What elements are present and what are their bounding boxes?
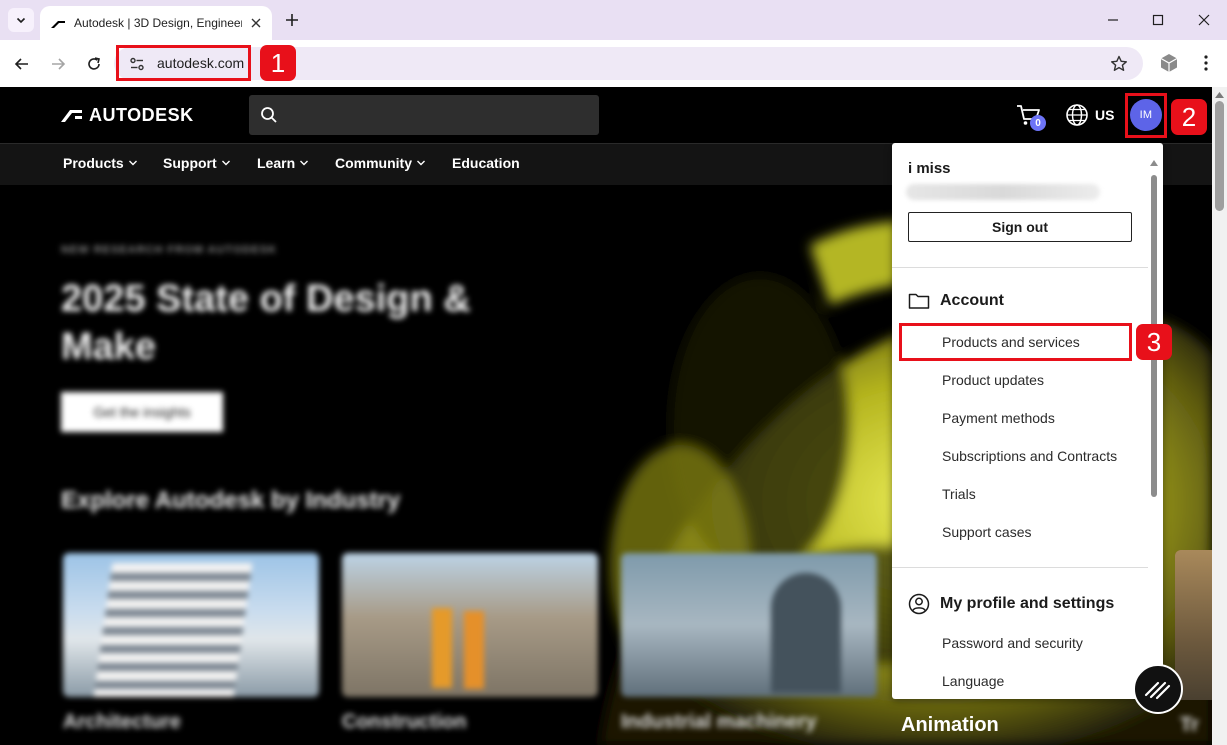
chevron-down-icon	[417, 160, 425, 166]
close-tab-icon[interactable]	[248, 15, 264, 31]
globe-icon	[1066, 104, 1088, 126]
sign-out-button[interactable]: Sign out	[908, 212, 1132, 242]
menu-item-support-cases[interactable]: Support cases	[942, 524, 1032, 540]
reload-icon	[88, 57, 100, 70]
search-icon	[261, 107, 277, 123]
chevron-down-icon	[128, 160, 137, 166]
nav-learn[interactable]: Learn	[257, 155, 309, 171]
annotation-badge: 3	[1136, 324, 1172, 360]
chevron-down-icon	[300, 160, 309, 166]
menu-item-trials[interactable]: Trials	[942, 486, 976, 502]
hero-title: 2025 State of Design & Make	[61, 278, 471, 368]
autodesk-favicon-icon	[51, 21, 65, 28]
menu-item-language[interactable]: Language	[942, 673, 1004, 689]
profile-settings-heading[interactable]: My profile and settings	[908, 593, 1114, 615]
more-vertical-icon	[1204, 55, 1208, 71]
minimize-icon	[1108, 19, 1118, 21]
menu-item-password-and-security[interactable]: Password and security	[942, 635, 1083, 651]
extension-cube-icon[interactable]	[1157, 51, 1181, 75]
tab-title: Autodesk | 3D Design, Engineering & Cons…	[74, 16, 242, 30]
bookmark-star-icon[interactable]	[1109, 54, 1129, 74]
annotation-highlight-avatar	[1125, 93, 1167, 138]
page-scrollbar[interactable]	[1212, 87, 1227, 745]
menu-item-subscriptions-and-contracts[interactable]: Subscriptions and Contracts	[942, 448, 1117, 464]
industry-card-label-animation: Animation	[901, 714, 999, 736]
nav-products[interactable]: Products	[63, 155, 138, 171]
annotation-highlight-products-services	[899, 323, 1132, 361]
close-window-button[interactable]	[1191, 8, 1217, 32]
profile-settings-heading-label: My profile and settings	[940, 595, 1115, 612]
annotation-badge: 1	[260, 45, 296, 81]
account-heading[interactable]: Account	[908, 292, 1004, 310]
industry-card-label: Construction	[342, 711, 467, 733]
nav-label: Education	[452, 155, 520, 171]
nav-community[interactable]: Community	[335, 155, 426, 171]
nav-label: Community	[335, 155, 412, 171]
menu-item-payment-methods[interactable]: Payment methods	[942, 410, 1055, 426]
autodesk-mark-icon	[61, 110, 82, 122]
dropdown-divider	[892, 567, 1148, 568]
scroll-up-arrow-icon[interactable]	[1150, 159, 1158, 167]
chat-assistant-button[interactable]	[1133, 664, 1183, 714]
industry-section-title: Explore Autodesk by Industry	[61, 487, 401, 514]
annotation-highlight-url	[116, 45, 251, 81]
profile-dropdown: i miss Sign out Account Products and ser…	[892, 143, 1163, 699]
hero-cta-button[interactable]: Get the insights	[61, 392, 223, 432]
back-button[interactable]	[10, 52, 34, 76]
new-tab-button[interactable]	[282, 10, 302, 30]
browser-tab-autodesk[interactable]: Autodesk | 3D Design, Engineering & Cons…	[40, 6, 272, 40]
maximize-icon	[1152, 14, 1164, 26]
reload-button[interactable]	[82, 52, 106, 76]
page-scrollbar-thumb[interactable]	[1215, 101, 1224, 211]
annotation-badge: 2	[1171, 99, 1207, 135]
chat-stripes-icon	[1144, 681, 1171, 700]
industry-card-label: Tr	[1180, 714, 1199, 736]
user-name: i miss	[908, 160, 951, 177]
industry-card-industrial-machinery[interactable]	[621, 553, 877, 697]
industry-card-label: Industrial machinery	[621, 711, 817, 733]
industry-card-architecture[interactable]	[63, 553, 319, 697]
user-circle-icon	[908, 593, 930, 615]
close-icon	[1198, 14, 1210, 26]
industry-card-construction[interactable]	[342, 553, 598, 697]
maximize-window-button[interactable]	[1145, 8, 1171, 32]
nav-education[interactable]: Education	[452, 155, 520, 171]
forward-button[interactable]	[46, 52, 70, 76]
scroll-up-arrow-icon[interactable]	[1215, 90, 1224, 99]
chevron-down-icon	[16, 17, 26, 24]
cart-count-badge: 0	[1030, 115, 1046, 131]
site-header: AUTODESK 0 US IM	[0, 87, 1212, 143]
plus-icon	[286, 14, 298, 26]
account-heading-label: Account	[940, 292, 1004, 309]
hero-eyebrow: NEW RESEARCH FROM AUTODESK	[61, 244, 278, 256]
browser-menu-button[interactable]	[1196, 51, 1216, 75]
autodesk-logo[interactable]: AUTODESK	[61, 105, 194, 125]
chevron-down-icon	[221, 160, 230, 166]
site-search-input[interactable]	[249, 95, 599, 135]
browser-tabstrip: Autodesk | 3D Design, Engineering & Cons…	[0, 0, 1227, 40]
region-selector[interactable]: US	[1065, 103, 1114, 127]
tab-search-button[interactable]	[8, 8, 34, 32]
user-email-redacted	[906, 184, 1100, 200]
dropdown-divider	[892, 267, 1148, 268]
nav-label: Learn	[257, 155, 296, 171]
arrow-right-icon	[52, 58, 66, 70]
minimize-window-button[interactable]	[1100, 8, 1126, 32]
nav-support[interactable]: Support	[163, 155, 231, 171]
nav-label: Support	[163, 155, 217, 171]
arrow-left-icon	[14, 58, 28, 70]
logo-text: AUTODESK	[89, 104, 194, 125]
cart-button[interactable]: 0	[1016, 103, 1046, 131]
folder-icon	[908, 293, 930, 309]
nav-label: Products	[63, 155, 124, 171]
menu-item-product-updates[interactable]: Product updates	[942, 372, 1044, 388]
industry-card-label: Architecture	[63, 711, 181, 733]
region-label: US	[1095, 107, 1115, 123]
